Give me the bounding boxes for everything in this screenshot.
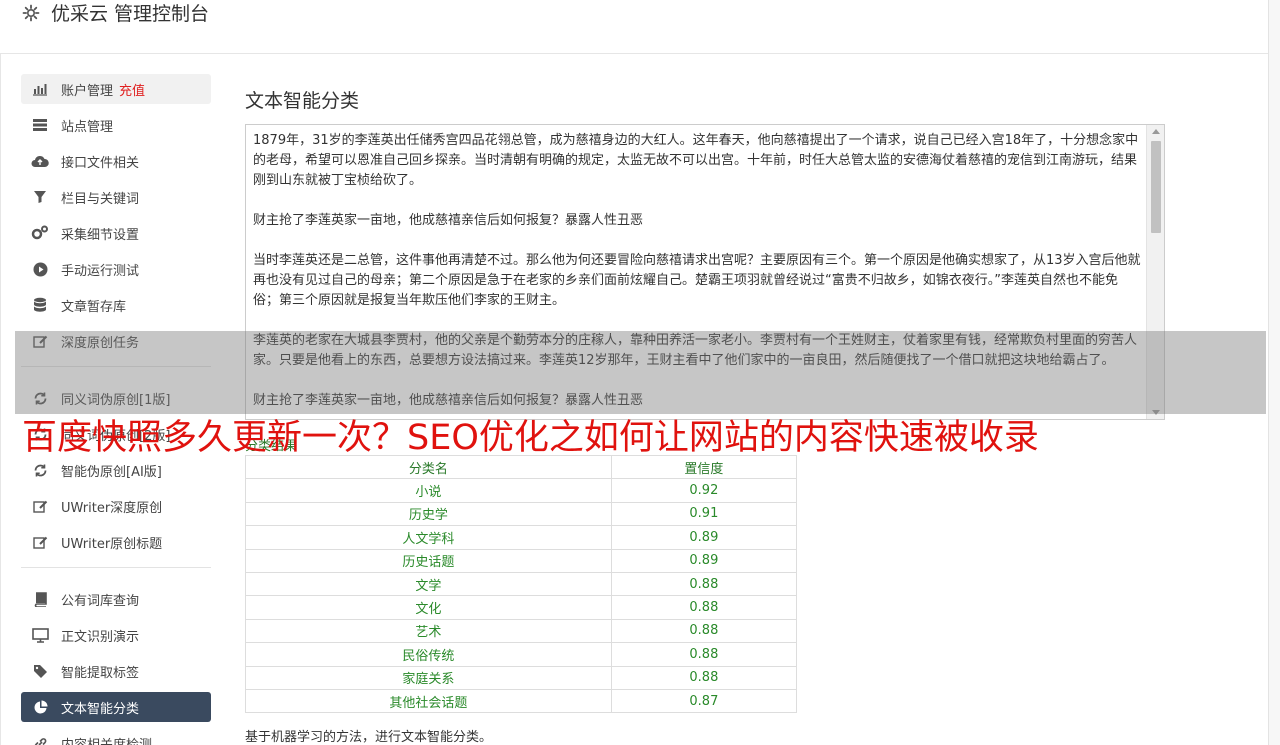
text-paragraph: 财主抢了李莲英家一亩地，他成慈禧亲信后如何报复？暴露人性丑恶 [253,213,644,228]
edit-icon [31,497,49,515]
classification-table: 分类名 置信度 小说 0.92 历史学 0.91 人文学科 0.89 历史话题 0.89… [245,454,798,714]
confidence-cell: 0.88 [610,665,798,690]
table-row: 历史学 0.91 [245,501,798,527]
sidebar-item-label: 站点管理 [61,119,114,135]
headline-banner: 百度快照多久更新一次？SEO优化之如何让网站的内容快速被收录 [22,418,1039,458]
sidebar-item-public-lexicon[interactable]: 公有词库查询 [21,584,211,614]
sidebar-item-label: 文章暂存库 [61,299,127,315]
scroll-thumb[interactable] [1151,141,1161,233]
monitor-icon [31,626,49,644]
sidebar-item-label: UWriter深度原创 [61,500,163,516]
sidebar-item-label: 账户管理 [61,83,114,99]
sidebar-item-label: 内容相关度检测 [61,737,153,745]
category-cell: 文化 [245,595,612,620]
confidence-cell: 0.89 [610,525,798,550]
play-circle-icon [31,260,49,278]
category-cell: 小说 [245,478,612,503]
cloud-upload-icon [31,152,49,170]
gray-overlay [15,331,1266,414]
confidence-cell: 0.88 [610,642,798,667]
category-cell: 家庭关系 [245,665,612,690]
text-paragraph: 1879年，31岁的李莲英出任储秀宫四品花翎总管，成为慈禧身边的大红人。这年春天… [253,133,1139,188]
left-border [0,0,1,745]
sidebar-item-label: 智能伪原创[AI版] [61,464,162,480]
sidebar-item-label: 手动运行测试 [61,263,140,279]
page-scrollbar[interactable] [1268,0,1280,745]
filter-icon [31,188,49,206]
sidebar-item-sites[interactable]: 站点管理 [21,110,211,140]
sidebar-item-interface-files[interactable]: 接口文件相关 [21,146,211,176]
book-icon [31,590,49,608]
confidence-cell: 0.92 [610,478,798,503]
refresh-icon [31,461,49,479]
sidebar-item-text-classify[interactable]: 文本智能分类 [21,692,211,722]
table-row: 文化 0.88 [245,595,798,620]
confidence-cell: 0.88 [610,618,798,644]
sidebar-item-uwriter-title[interactable]: UWriter原创标题 [21,527,211,557]
database-icon [31,296,49,314]
sidebar-item-uwriter-deep[interactable]: UWriter深度原创 [21,491,211,521]
link-icon [31,734,49,745]
sidebar-item-label: 正文识别演示 [61,629,140,645]
table-row: 其他社会话题 0.87 [245,688,798,714]
sidebar-item-label: 接口文件相关 [61,155,140,171]
table-row: 民俗传统 0.88 [245,642,798,667]
confidence-cell: 0.88 [610,595,798,620]
table-row: 家庭关系 0.88 [245,665,798,690]
tag-icon [31,662,49,680]
gears-icon [31,224,49,242]
category-cell: 人文学科 [245,525,612,550]
category-cell: 艺术 [245,618,612,644]
confidence-cell: 0.88 [610,571,798,597]
category-cell: 历史学 [245,501,612,527]
table-row: 人文学科 0.89 [245,525,798,550]
scroll-up-arrow-icon[interactable] [1152,129,1160,134]
sidebar-item-columns-keywords[interactable]: 栏目与关键词 [21,182,211,212]
confidence-cell: 0.87 [610,688,798,714]
sidebar-item-tag-extract[interactable]: 智能提取标签 [21,656,211,686]
sidebar-item-relevance[interactable]: 内容相关度检测 [21,728,211,745]
sidebar-item-article-storage[interactable]: 文章暂存库 [21,290,211,320]
footnote: 基于机器学习的方法，进行文本智能分类。 [245,730,493,745]
sidebar-item-text-recognition[interactable]: 正文识别演示 [21,620,211,650]
category-cell: 历史话题 [245,548,612,573]
recharge-link[interactable]: 充值 [119,80,145,99]
sidebar-item-label: 采集细节设置 [61,227,140,243]
top-header: 优采云 管理控制台 [0,0,1268,54]
table-row: 小说 0.92 [245,478,798,503]
confidence-cell: 0.89 [610,548,798,573]
sidebar-item-label: 智能提取标签 [61,665,140,681]
table-row: 文学 0.88 [245,571,798,597]
edit-icon [31,533,49,551]
server-icon [31,116,49,134]
sidebar-item-manual-run[interactable]: 手动运行测试 [21,254,211,284]
table-row: 历史话题 0.89 [245,548,798,573]
sidebar-item-label: 公有词库查询 [61,593,140,609]
category-cell: 民俗传统 [245,642,612,667]
category-cell: 文学 [245,571,612,597]
gear-icon[interactable] [21,3,41,23]
bar-chart-icon [31,80,49,98]
table-row: 艺术 0.88 [245,618,798,644]
confidence-cell: 0.91 [610,501,798,527]
app-title: 优采云 管理控制台 [51,3,210,25]
sidebar-item-collect-settings[interactable]: 采集细节设置 [21,218,211,248]
pie-chart-icon [31,698,49,716]
category-cell: 其他社会话题 [245,688,612,714]
sidebar-item-label: 文本智能分类 [61,701,140,717]
sidebar-divider [21,567,211,568]
text-paragraph: 当时李莲英还是二总管，这件事他再清楚不过。那么他为何还要冒险向慈禧请求出宫呢？主… [253,253,1141,308]
sidebar-item-account[interactable]: 账户管理 充值 [21,74,211,104]
sidebar-item-label: UWriter原创标题 [61,536,163,552]
page-title: 文本智能分类 [245,90,360,112]
sidebar-item-label: 栏目与关键词 [61,191,140,207]
